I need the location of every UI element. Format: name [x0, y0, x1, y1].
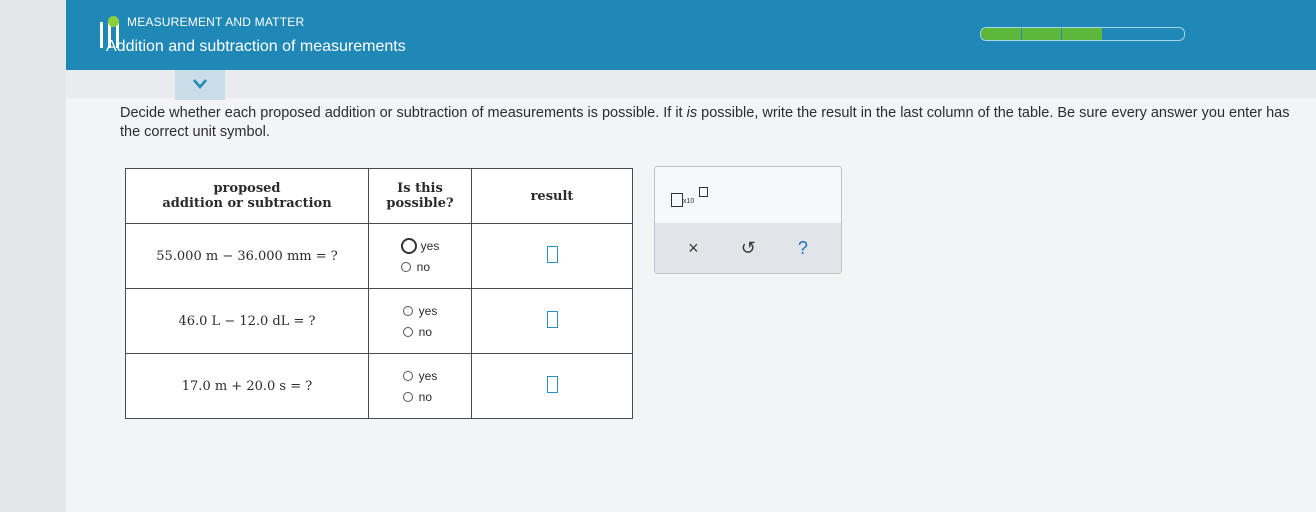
- radio-yes[interactable]: yes: [402, 300, 437, 321]
- header-proposed: proposed addition or subtraction: [125, 168, 369, 224]
- radio-yes[interactable]: yes: [402, 365, 437, 386]
- expression-cell: 46.0 L − 12.0 dL = ?: [125, 288, 369, 354]
- clear-button[interactable]: ×: [688, 238, 699, 259]
- table-row: 17.0 m + 20.0 s = ? yes no: [125, 353, 633, 419]
- result-input[interactable]: [546, 245, 558, 263]
- result-input[interactable]: [546, 310, 558, 328]
- radio-circle[interactable]: [402, 370, 413, 381]
- expression-cell: 55.000 m − 36.000 mm = ?: [125, 223, 369, 289]
- expression-cell: 17.0 m + 20.0 s = ?: [125, 353, 369, 419]
- result-cell: [471, 288, 633, 354]
- radio-circle[interactable]: [400, 237, 417, 254]
- chevron-down-icon: [193, 79, 207, 89]
- undo-button[interactable]: ↺: [741, 238, 756, 259]
- help-button[interactable]: ?: [798, 238, 808, 259]
- table-row: 55.000 m − 36.000 mm = ? yes no: [125, 223, 633, 289]
- progress-segment: [1021, 28, 1063, 40]
- progress-segment: [1103, 28, 1144, 40]
- possible-cell: yes no: [368, 288, 472, 354]
- left-margin: [0, 0, 66, 512]
- radio-yes[interactable]: yes: [400, 235, 439, 256]
- radio-circle[interactable]: [400, 261, 411, 272]
- table-row: 46.0 L − 12.0 dL = ? yes no: [125, 288, 633, 354]
- measurement-table: proposed addition or subtraction Is this…: [125, 168, 633, 419]
- exponent-box-icon: [699, 187, 708, 197]
- header-possible: Is this possible?: [368, 168, 472, 224]
- math-tool-panel: x10 × ↺ ?: [654, 166, 842, 274]
- topic-status-icon: [108, 16, 119, 27]
- lesson-title: Addition and subtraction of measurements: [106, 38, 406, 55]
- header-result: result: [471, 168, 633, 224]
- radio-circle[interactable]: [402, 305, 413, 316]
- instructions: Decide whether each proposed addition or…: [120, 105, 1290, 140]
- radio-no[interactable]: no: [402, 386, 438, 407]
- result-input[interactable]: [546, 375, 558, 393]
- radio-circle[interactable]: [402, 326, 413, 337]
- base-box-icon: [671, 193, 683, 207]
- progress-segment: [1062, 28, 1103, 40]
- progress-segment: [981, 28, 1022, 40]
- table-header-row: proposed addition or subtraction Is this…: [125, 168, 633, 224]
- radio-no[interactable]: no: [400, 256, 440, 277]
- collapse-toggle[interactable]: [175, 70, 225, 100]
- possible-cell: yes no: [368, 223, 472, 289]
- result-cell: [471, 223, 633, 289]
- topic-label: MEASUREMENT AND MATTER: [108, 15, 304, 29]
- progress-bar: [980, 27, 1185, 41]
- radio-circle[interactable]: [402, 391, 413, 402]
- progress-segment: [1143, 28, 1184, 40]
- radio-no[interactable]: no: [402, 321, 438, 342]
- result-cell: [471, 353, 633, 419]
- possible-cell: yes no: [368, 353, 472, 419]
